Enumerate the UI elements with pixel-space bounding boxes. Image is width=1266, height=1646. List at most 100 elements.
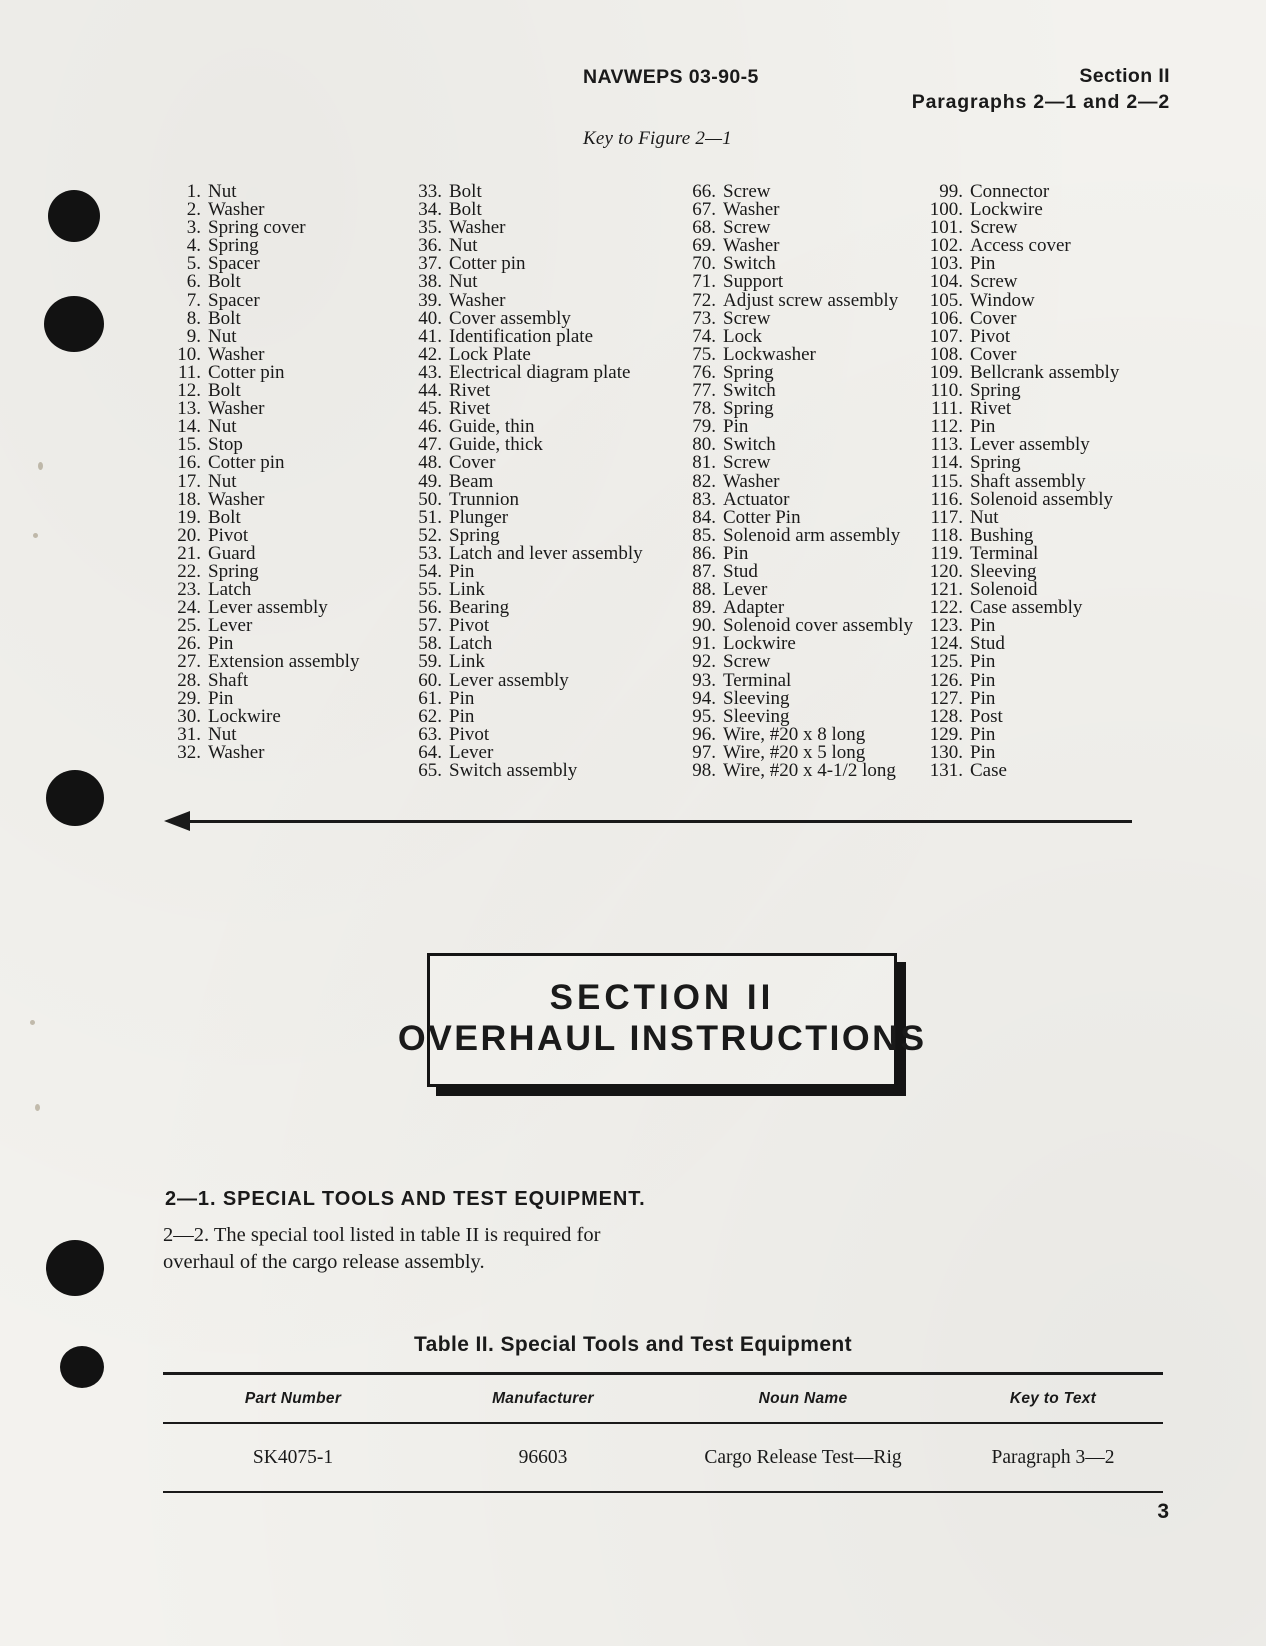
key-item: 48. Cover: [408, 452, 643, 474]
key-to-figure-caption: Key to Figure 2—1: [583, 128, 732, 149]
key-item-label: Pin: [970, 651, 996, 673]
key-item-number: 61.: [418, 687, 442, 709]
key-item: 67. Washer: [682, 200, 913, 219]
key-item: 59. Link: [408, 652, 643, 671]
key-item-number: 48.: [418, 452, 442, 474]
banner-line-2: OVERHAUL INSTRUCTIONS: [397, 1019, 927, 1059]
key-item: 63. Pivot: [408, 725, 643, 744]
key-item-number: 60.: [418, 669, 442, 691]
key-item: 62. Pin: [408, 707, 643, 726]
document-page: NAVWEPS 03-90-5 Section II Paragraphs 2—…: [0, 0, 1266, 1646]
section-label: Section II: [1079, 65, 1170, 87]
key-item: 82. Washer: [682, 470, 913, 492]
key-item: 75. Lockwasher: [682, 345, 913, 364]
key-item-label: Shaft: [208, 669, 249, 691]
key-item: 71. Support: [682, 271, 913, 293]
key-item-number: 39.: [418, 289, 442, 311]
key-item: 50. Trunnion: [408, 488, 643, 510]
key-item-label: Pin: [970, 669, 996, 691]
key-item-label: Spring: [970, 452, 1021, 474]
key-item-label: Screw: [723, 452, 771, 474]
key-item: 90. Solenoid cover assembly: [682, 616, 913, 635]
punch-hole: [46, 770, 104, 826]
key-item: 6. Bolt: [167, 271, 359, 293]
key-item-number: 71.: [692, 271, 716, 293]
key-item-label: Window: [970, 289, 1035, 311]
scan-speck: [33, 533, 38, 538]
key-item: 70. Switch: [682, 254, 913, 273]
key-item: 126. Pin: [922, 669, 1119, 691]
key-item-number: 81.: [692, 452, 716, 474]
key-item-label: Bolt: [208, 271, 241, 293]
banner-box: SECTION II OVERHAUL INSTRUCTIONS: [398, 953, 924, 1087]
key-item: 88. Lever: [682, 580, 913, 599]
key-item-number: 104.: [929, 271, 963, 293]
table-header-part-number: Part Number: [244, 1390, 342, 1407]
key-item: 76. Spring: [682, 363, 913, 382]
page-number: 3: [1157, 1500, 1169, 1523]
punch-hole: [48, 190, 100, 242]
key-item-number: 6.: [186, 271, 201, 293]
key-item: 18. Washer: [167, 490, 359, 509]
key-item: 87. Stud: [682, 562, 913, 581]
key-item-number: 116.: [930, 488, 963, 510]
banner-line-1: SECTION II: [549, 977, 775, 1017]
key-item-number: 27.: [177, 651, 201, 673]
key-item-label: Shaft assembly: [970, 470, 1086, 492]
punch-hole: [46, 1240, 104, 1296]
key-item: 28. Shaft: [167, 669, 359, 691]
cell-part-number: SK4075-1: [252, 1447, 334, 1468]
key-item: 125. Pin: [922, 651, 1119, 673]
cell-manufacturer: 96603: [518, 1447, 568, 1468]
key-item: 51. Plunger: [408, 508, 643, 527]
cell-key-to-text: Paragraph 3—2: [991, 1447, 1115, 1468]
key-item-label: Nut: [449, 271, 478, 293]
paragraphs-label: Paragraphs 2—1 and 2—2: [911, 90, 1170, 113]
key-item-label: Adjust screw assembly: [723, 289, 899, 311]
key-item-label: Washer: [449, 289, 506, 311]
key-item: 39. Washer: [408, 289, 643, 311]
key-item-label: Washer: [208, 741, 265, 763]
key-item: 69. Washer: [682, 236, 913, 255]
key-item-number: 17.: [177, 470, 201, 492]
key-item: 37. Cotter pin: [408, 254, 643, 273]
key-item: 93. Terminal: [682, 670, 913, 690]
key-item-number: 94.: [692, 687, 716, 709]
key-item-number: 83.: [692, 488, 716, 510]
key-item: 81. Screw: [682, 452, 913, 474]
key-item: 44. Rivet: [408, 381, 643, 400]
key-item: 60. Lever assembly: [408, 669, 643, 691]
key-item-number: 126.: [929, 669, 963, 691]
key-item: 104. Screw: [922, 271, 1119, 293]
key-item-number: 127.: [929, 687, 963, 709]
key-item-label: Spacer: [208, 289, 260, 311]
key-item-number: 65.: [418, 760, 442, 781]
special-tools-table: Part Number Manufacturer Noun Name Key t…: [163, 1372, 1163, 1493]
key-item-number: 125.: [929, 651, 963, 673]
section-banner: SECTION II OVERHAUL INSTRUCTIONS: [398, 953, 924, 1096]
key-item-number: 115.: [930, 470, 963, 492]
key-item-label: Washer: [723, 470, 780, 492]
key-item: 79. Pin: [682, 417, 913, 436]
key-item-label: Actuator: [723, 488, 790, 510]
key-item: 98. Wire, #20 x 4-1/2 long: [682, 760, 913, 781]
key-column-3: 66. Screw 67. Washer 68. Screw 69. Washer 70. Swi…: [682, 182, 913, 781]
key-item: 55. Link: [408, 580, 643, 599]
key-item: 53. Latch and lever assembly: [408, 544, 642, 563]
key-item: 65. Switch assembly: [408, 760, 643, 781]
key-item: 105. Window: [922, 289, 1119, 311]
key-item: 33. Bolt: [408, 182, 643, 201]
key-item-label: Trunnion: [449, 488, 520, 510]
key-item-number: 72.: [692, 289, 716, 311]
table-title: Table II. Special Tools and Test Equipme…: [413, 1333, 853, 1356]
key-item-label: Pin: [449, 687, 475, 709]
key-item: 127. Pin: [922, 687, 1119, 709]
key-item: 35. Washer: [408, 218, 643, 237]
punch-hole: [60, 1346, 104, 1388]
key-item-number: 98.: [692, 760, 716, 781]
key-item-number: 82.: [692, 470, 716, 492]
key-item-label: Beam: [449, 470, 494, 492]
key-item: 7. Spacer: [167, 289, 359, 311]
key-item: 27. Extension assembly: [167, 651, 359, 673]
key-item: 85. Solenoid arm assembly: [682, 526, 913, 545]
